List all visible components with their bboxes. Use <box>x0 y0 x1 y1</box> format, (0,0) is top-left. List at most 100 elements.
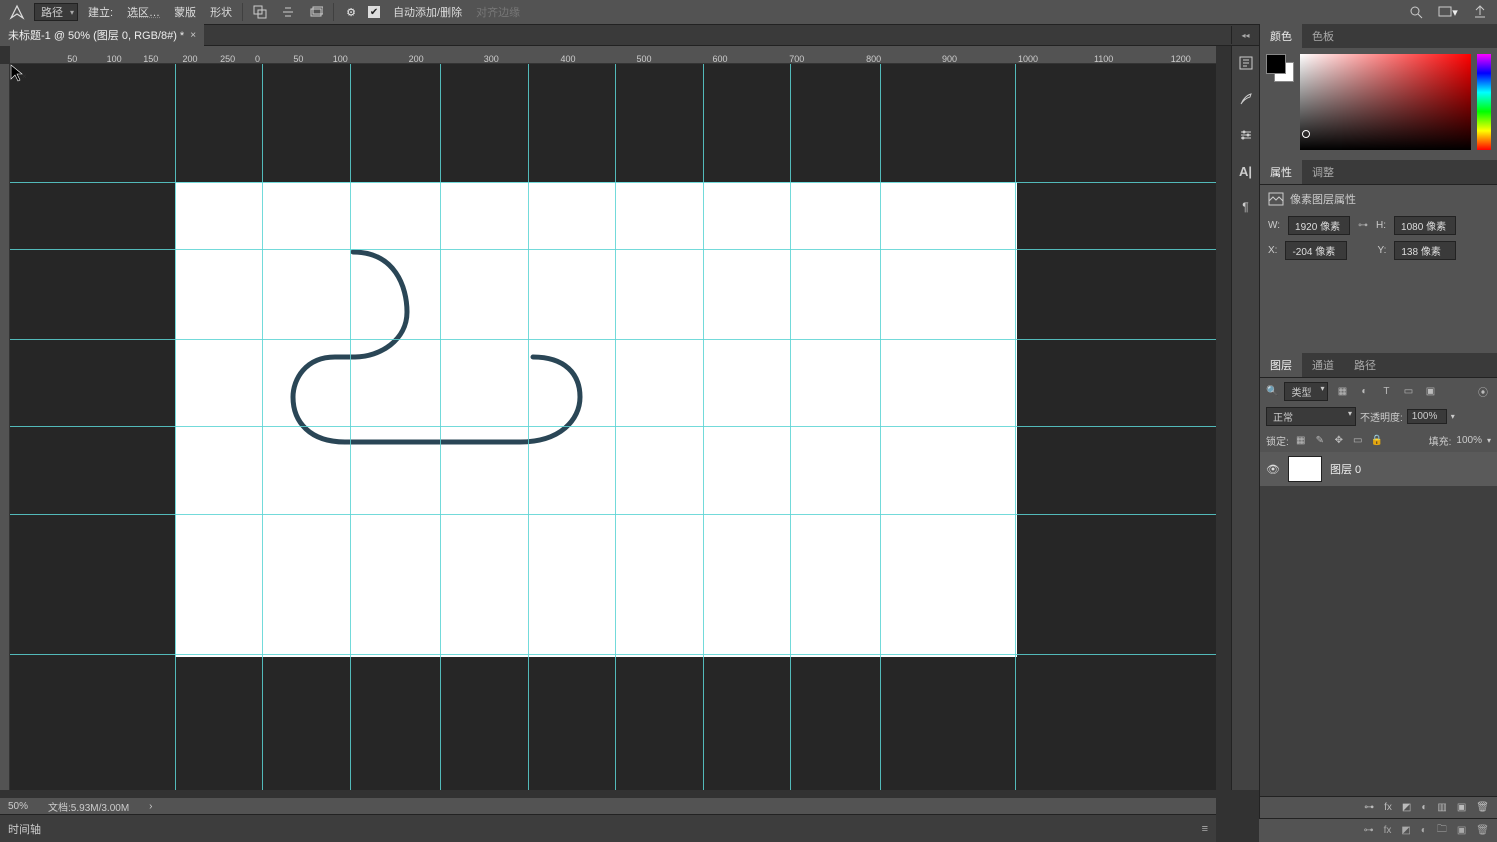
layer-item[interactable]: 👁 图层 0 <box>1260 452 1497 486</box>
layers-panel: 🔍 类型 ▦ ◐ T ▭ ▣ ⦿ 正常 不透明度: 100% ▾ 锁定: ▦ ✎… <box>1260 377 1497 818</box>
fx-icon[interactable]: fx <box>1384 802 1392 813</box>
shape-button[interactable]: 形状 <box>206 4 236 20</box>
options-bar: 路径 建立: 选区… 蒙版 形状 ⚙ ✔ 自动添加/删除 对齐边缘 ▾ <box>0 0 1497 24</box>
doc-info-more-icon[interactable]: › <box>149 801 152 812</box>
filter-smart-icon[interactable]: ▣ <box>1422 383 1438 399</box>
link-icon[interactable]: ⊶ <box>1358 220 1368 231</box>
path-ops-icon[interactable] <box>249 2 271 22</box>
fx-icon[interactable]: fx <box>1384 825 1392 836</box>
tab-swatches[interactable]: 色板 <box>1302 24 1344 48</box>
canvas[interactable] <box>175 182 1017 657</box>
width-field[interactable]: 1920 像素 <box>1288 216 1350 235</box>
arrange-icon[interactable] <box>305 2 327 22</box>
document-title: 未标题-1 @ 50% (图层 0, RGB/8#) * <box>8 27 184 43</box>
x-label: X: <box>1268 245 1277 256</box>
brush-icon[interactable] <box>1235 88 1257 110</box>
canvas-viewport[interactable]: × <box>10 64 1216 790</box>
pixel-layer-icon <box>1268 192 1284 206</box>
filter-search-icon: 🔍 <box>1266 386 1278 397</box>
paragraph-icon[interactable]: ¶ <box>1235 196 1257 218</box>
panel-menu-icon[interactable]: ≡ <box>1202 823 1208 835</box>
h-label: H: <box>1376 220 1386 231</box>
link-layers-icon[interactable]: ⊶ <box>1364 802 1374 813</box>
trash-icon[interactable]: 🗑 <box>1476 825 1489 836</box>
color-picker[interactable] <box>1300 54 1471 150</box>
tool-mode-select[interactable]: 路径 <box>34 3 78 21</box>
align-icon[interactable] <box>277 2 299 22</box>
adjust-icon[interactable] <box>1235 124 1257 146</box>
zoom-level[interactable]: 50% <box>8 801 28 812</box>
filter-shape-icon[interactable]: ▭ <box>1400 383 1416 399</box>
tab-paths[interactable]: 路径 <box>1344 353 1386 377</box>
hue-slider[interactable] <box>1477 54 1491 150</box>
mask-icon[interactable]: ◩ <box>1401 825 1410 836</box>
panel-collapse-icon[interactable]: ◂◂ <box>1231 26 1259 44</box>
fill-field[interactable]: 100% <box>1456 435 1482 446</box>
opacity-field[interactable]: 100% <box>1407 409 1447 424</box>
search-icon[interactable] <box>1405 2 1427 22</box>
pen-tool-icon[interactable] <box>6 2 28 22</box>
lock-pixels-icon[interactable]: ▦ <box>1294 435 1308 446</box>
filter-adjust-icon[interactable]: ◐ <box>1356 383 1372 399</box>
doc-info: 文档:5.93M/3.00M <box>48 799 129 814</box>
tab-adjustments[interactable]: 调整 <box>1302 160 1344 184</box>
history-icon[interactable] <box>1235 52 1257 74</box>
align-edges-label: 对齐边缘 <box>472 4 524 20</box>
layer-filter-select[interactable]: 类型 <box>1284 382 1328 401</box>
properties-panel: 像素图层属性 W: 1920 像素 ⊶ H: 1080 像素 X: -204 像… <box>1260 184 1497 353</box>
gear-icon[interactable]: ⚙ <box>340 2 362 22</box>
blend-mode-select[interactable]: 正常 <box>1266 407 1356 426</box>
delete-icon[interactable]: 🗑 <box>1476 802 1489 813</box>
timeline-panel[interactable]: 时间轴 ≡ <box>0 814 1216 842</box>
collapsed-panels-strip: A| ¶ <box>1231 46 1259 790</box>
mask-button[interactable]: 蒙版 <box>170 4 200 20</box>
properties-tabs: 属性 调整 <box>1260 160 1497 184</box>
lock-artboard-icon[interactable]: ▭ <box>1351 435 1365 446</box>
layer-thumbnail[interactable] <box>1288 456 1322 482</box>
auto-add-delete-checkbox[interactable]: ✔ <box>368 6 380 18</box>
tab-color[interactable]: 颜色 <box>1260 24 1302 48</box>
layer-name[interactable]: 图层 0 <box>1330 461 1361 477</box>
workspace: 5010015020025005010020030040050060070080… <box>0 46 1216 790</box>
fg-bg-swatch[interactable] <box>1266 54 1294 82</box>
opacity-label: 不透明度: <box>1360 409 1403 424</box>
y-field[interactable]: 138 像素 <box>1394 241 1456 260</box>
color-panel-tabs: 颜色 色板 <box>1260 24 1497 48</box>
group-icon[interactable]: ▥ <box>1437 802 1446 813</box>
lock-position-icon[interactable]: ✥ <box>1332 435 1346 446</box>
new-layer-icon[interactable]: ▣ <box>1457 802 1466 813</box>
layer-list: 👁 图层 0 <box>1260 452 1497 796</box>
ruler-horizontal: 5010015020025005010020030040050060070080… <box>10 46 1216 64</box>
share-icon[interactable] <box>1469 2 1491 22</box>
tab-channels[interactable]: 通道 <box>1302 353 1344 377</box>
adjustment-layer-icon[interactable]: ◐ <box>1421 802 1427 813</box>
new-icon[interactable]: ▣ <box>1457 825 1466 836</box>
close-icon[interactable]: × <box>190 30 196 41</box>
filter-toggle-icon[interactable]: ⦿ <box>1475 383 1491 399</box>
y-label: Y: <box>1377 245 1386 256</box>
character-icon[interactable]: A| <box>1235 160 1257 182</box>
tab-properties[interactable]: 属性 <box>1260 160 1302 184</box>
pen-cursor-icon: × <box>10 64 24 82</box>
right-footer-icons: ⊶ fx ◩ ◐ 🗀 ▣ 🗑 <box>1259 818 1497 842</box>
mask-icon[interactable]: ◩ <box>1402 802 1411 813</box>
lock-all-icon[interactable]: 🔒 <box>1370 435 1384 446</box>
filter-type-icon[interactable]: T <box>1378 383 1394 399</box>
height-field[interactable]: 1080 像素 <box>1394 216 1456 235</box>
screen-mode-icon[interactable]: ▾ <box>1437 2 1459 22</box>
filter-pixel-icon[interactable]: ▦ <box>1334 383 1350 399</box>
x-field[interactable]: -204 像素 <box>1285 241 1347 260</box>
visibility-icon[interactable]: 👁 <box>1266 463 1280 476</box>
tab-layers[interactable]: 图层 <box>1260 353 1302 377</box>
document-tab[interactable]: 未标题-1 @ 50% (图层 0, RGB/8#) * × <box>0 24 204 46</box>
lock-brush-icon[interactable]: ✎ <box>1313 435 1327 446</box>
link-icon[interactable]: ⊶ <box>1364 825 1374 836</box>
selection-button[interactable]: 选区… <box>123 4 164 20</box>
status-bar: 50% 文档:5.93M/3.00M › <box>0 798 1216 814</box>
auto-add-label: 自动添加/删除 <box>389 4 466 20</box>
layers-footer: ⊶ fx ◩ ◐ ▥ ▣ 🗑 <box>1260 796 1497 818</box>
adjustment-icon[interactable]: ◐ <box>1421 825 1427 836</box>
folder-icon[interactable]: 🗀 <box>1437 822 1447 839</box>
timeline-label: 时间轴 <box>8 821 41 837</box>
layers-tabs: 图层 通道 路径 <box>1260 353 1497 377</box>
